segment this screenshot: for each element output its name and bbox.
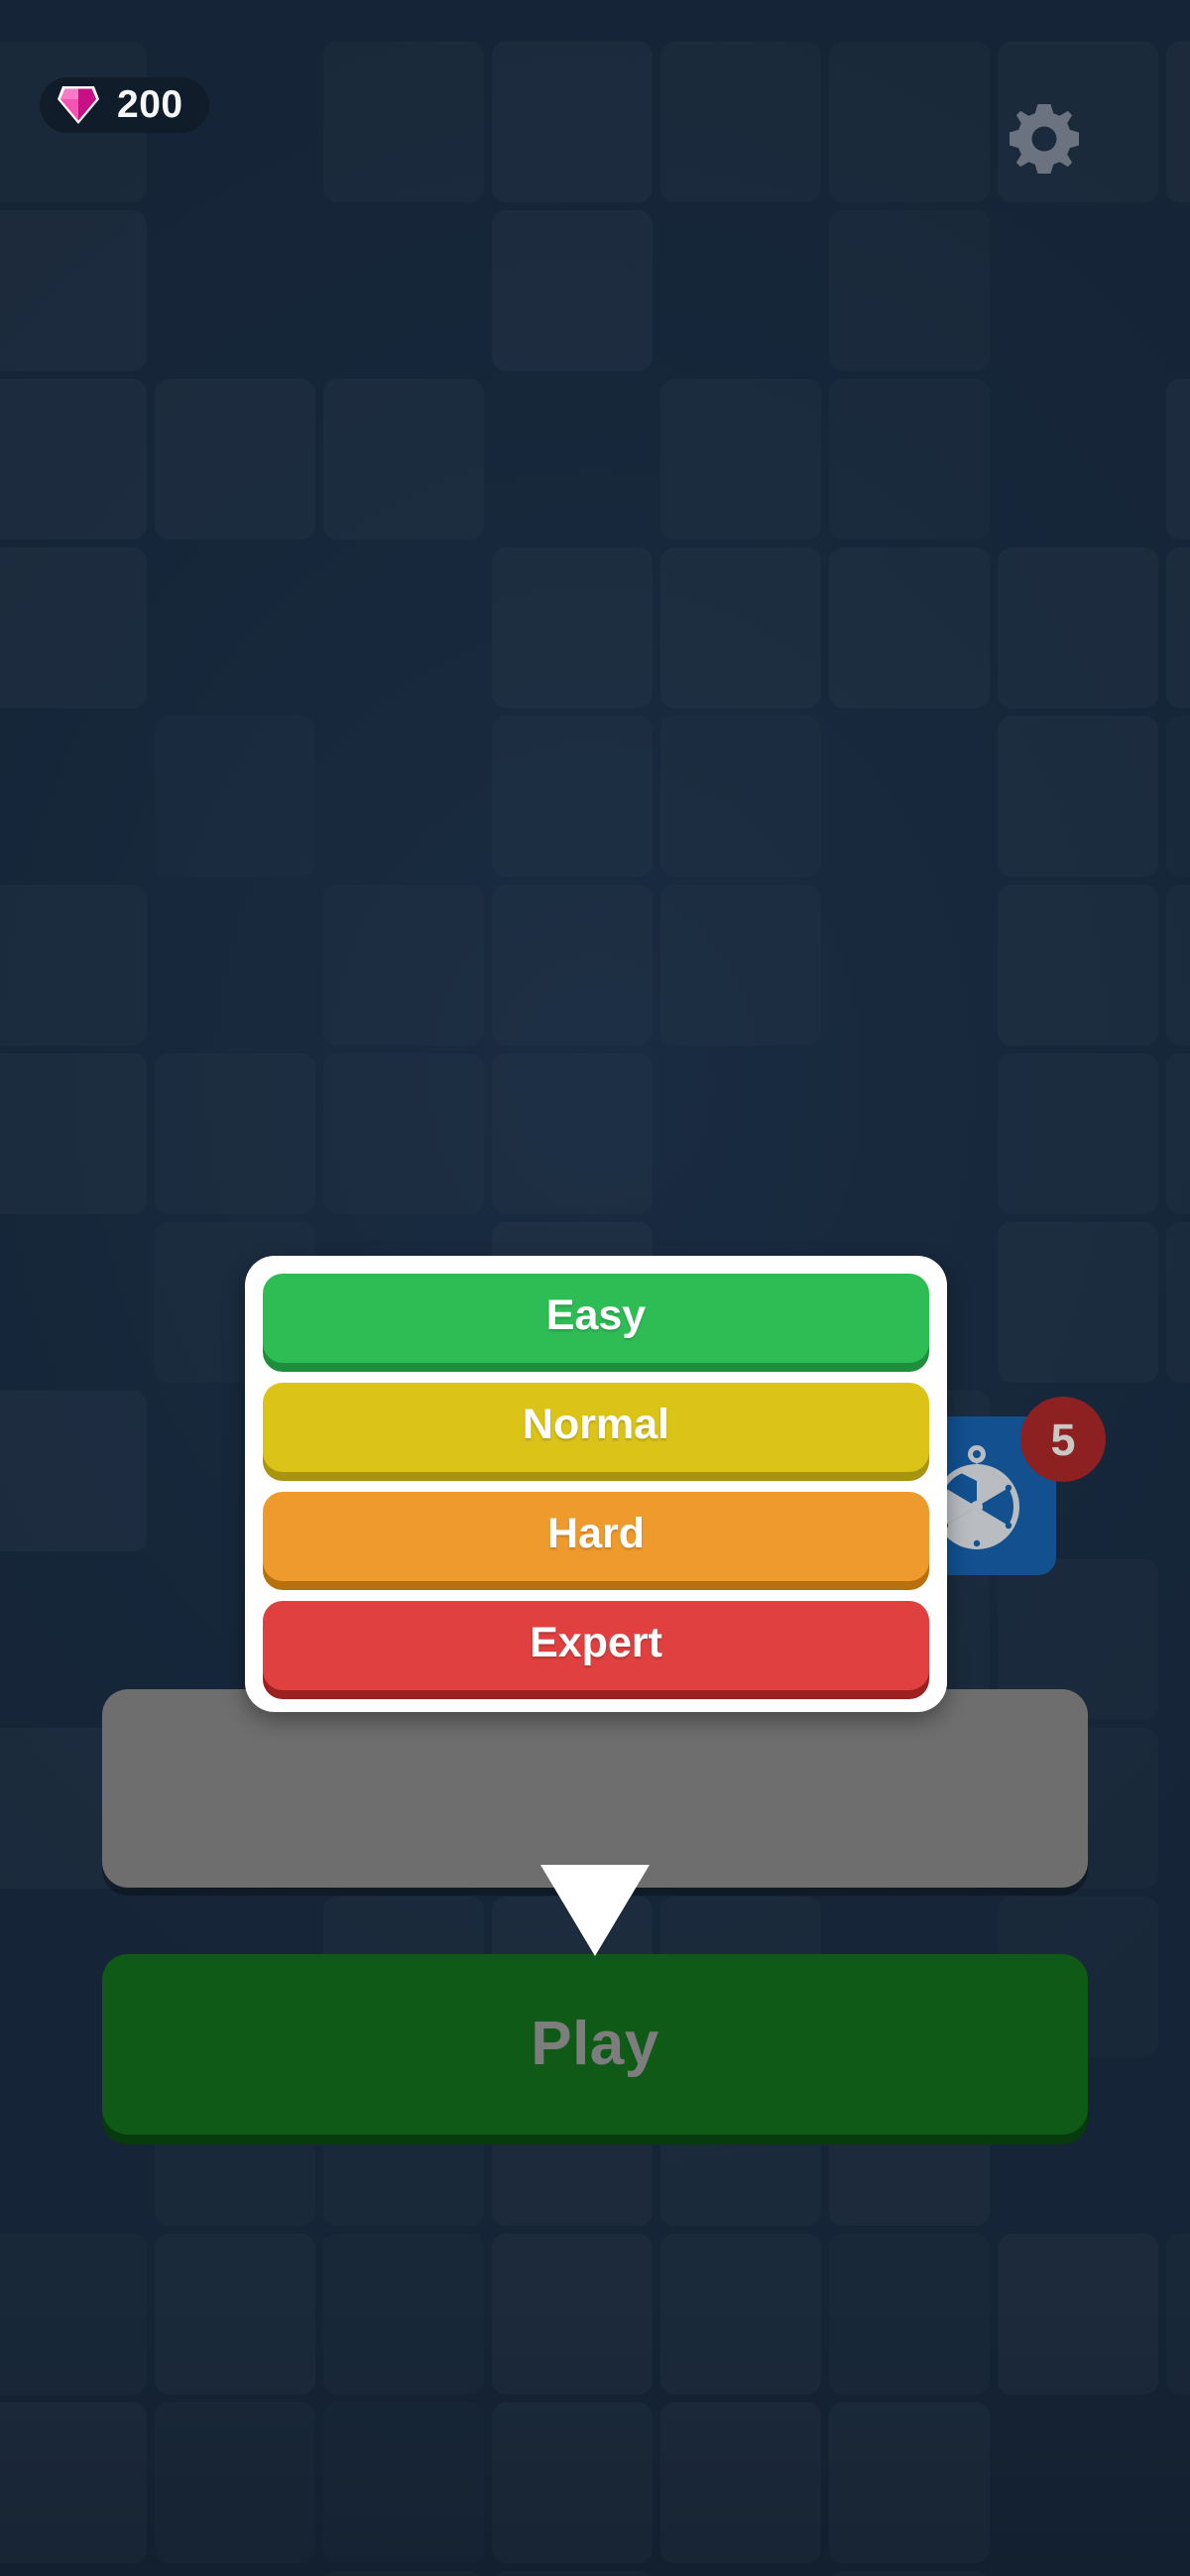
gem-counter[interactable]: 200: [40, 77, 209, 133]
difficulty-selector-bar[interactable]: [102, 1689, 1088, 1888]
background-cell: [492, 210, 653, 371]
background-cell: [829, 210, 990, 371]
difficulty-option-label: Expert: [530, 1618, 662, 1666]
background-cell: [998, 885, 1158, 1045]
background-cell: [0, 379, 147, 540]
background-bottom-fade: [0, 2281, 1190, 2576]
background-cell: [323, 885, 484, 1045]
background-cell: [829, 548, 990, 708]
background-cell: [1166, 379, 1190, 540]
background-cell: [155, 1053, 315, 1214]
background-cell: [1166, 42, 1190, 202]
difficulty-option-label: Normal: [522, 1400, 670, 1448]
gear-icon: [1010, 104, 1079, 174]
background-cell: [1166, 1053, 1190, 1214]
background-cell: [155, 716, 315, 877]
background-cell: [660, 885, 821, 1045]
background-cell: [1166, 885, 1190, 1045]
spin-wheel-badge: 5: [1020, 1397, 1106, 1482]
background-cell: [492, 42, 653, 202]
background-cell: [660, 379, 821, 540]
background-cell: [155, 379, 315, 540]
spin-wheel-badge-count: 5: [1050, 1413, 1076, 1465]
background-cell: [492, 548, 653, 708]
background-cell: [492, 885, 653, 1045]
background-cell: [1166, 716, 1190, 877]
background-cell: [492, 1053, 653, 1214]
background-cell: [998, 1222, 1158, 1383]
difficulty-option-easy[interactable]: Easy: [263, 1274, 929, 1363]
background-cell: [660, 42, 821, 202]
background-cell: [829, 379, 990, 540]
background-cell: [0, 210, 147, 371]
difficulty-option-expert[interactable]: Expert: [263, 1601, 929, 1690]
gem-count-label: 200: [117, 82, 183, 126]
background-cell: [660, 716, 821, 877]
background-cell: [0, 1053, 147, 1214]
play-button-label: Play: [531, 2010, 659, 2078]
background-cell: [998, 716, 1158, 877]
background-cell: [323, 379, 484, 540]
play-button[interactable]: Play: [102, 1954, 1088, 2135]
background-cell: [1166, 1222, 1190, 1383]
background-cell: [0, 885, 147, 1045]
popup-tail: [540, 1865, 650, 1956]
game-screen: 200 5 Play Easy Normal Hard Expert: [0, 0, 1190, 2576]
background-cell: [660, 548, 821, 708]
difficulty-option-label: Hard: [547, 1509, 645, 1557]
difficulty-option-hard[interactable]: Hard: [263, 1492, 929, 1581]
settings-button[interactable]: [1010, 104, 1079, 174]
background-cell: [998, 1053, 1158, 1214]
difficulty-option-normal[interactable]: Normal: [263, 1383, 929, 1472]
background-cell: [0, 548, 147, 708]
background-cell: [829, 42, 990, 202]
background-cell: [998, 548, 1158, 708]
background-cell: [323, 1053, 484, 1214]
background-cell: [0, 1391, 147, 1551]
difficulty-option-label: Easy: [545, 1290, 647, 1339]
background-cell: [1166, 548, 1190, 708]
background-cell: [323, 42, 484, 202]
gem-icon: [56, 83, 101, 127]
background-cell: [492, 716, 653, 877]
difficulty-popup: Easy Normal Hard Expert: [245, 1256, 947, 1712]
